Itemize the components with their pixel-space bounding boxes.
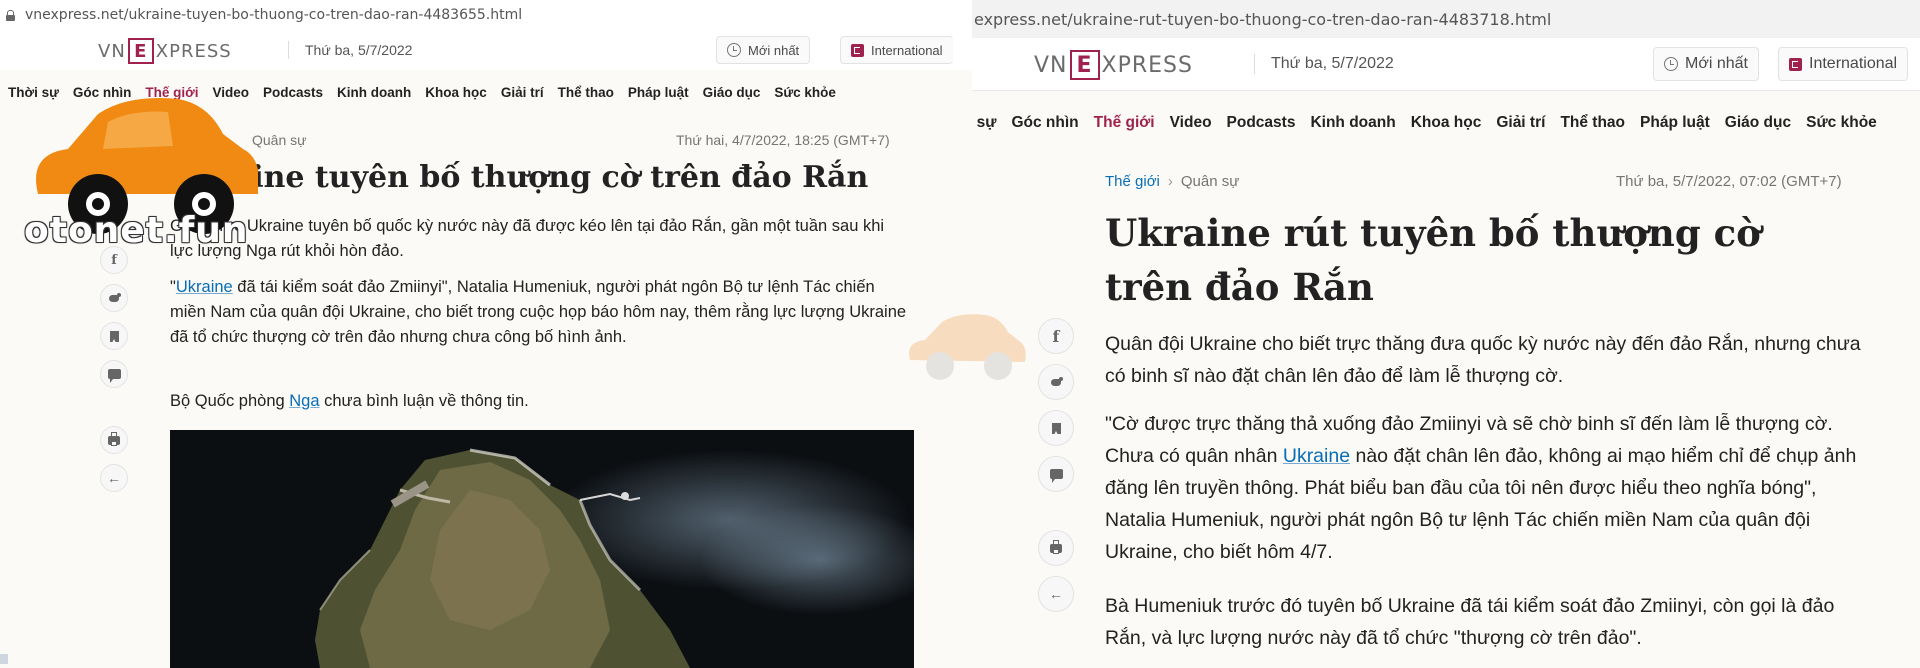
share-rail: f ← (100, 246, 128, 492)
twitter-icon (1049, 377, 1063, 387)
satellite-photo-snake-island (170, 430, 914, 668)
arrow-left-icon: ← (107, 470, 121, 486)
article-paragraph: "Ukraine đã tái kiểm soát đảo Zmiinyi", … (170, 278, 907, 346)
nav-item-phap-luat[interactable]: Pháp luật (1640, 114, 1710, 132)
header-date: Thứ ba, 5/7/2022 (1254, 54, 1394, 74)
bookmark-button[interactable] (1038, 410, 1074, 446)
address-bar[interactable]: express.net/ukraine-rut-tuyen-bo-thuong-… (972, 0, 1920, 38)
nav-item-goc-nhin[interactable]: Góc nhìn (73, 85, 132, 100)
nav-item-the-thao[interactable]: Thể thao (558, 85, 614, 100)
vnexpress-logo[interactable]: VN E XPRESS (1034, 50, 1193, 80)
right-article-screenshot: express.net/ukraine-rut-tuyen-bo-thuong-… (972, 0, 1920, 668)
nav-item-suc-khoe[interactable]: Sức khỏe (774, 85, 836, 100)
twitter-icon (107, 293, 121, 303)
latest-news-button[interactable]: Mới nhất (1653, 47, 1759, 81)
nav-item-podcasts[interactable]: Podcasts (1227, 114, 1296, 132)
publish-date: Thứ ba, 5/7/2022, 07:02 (GMT+7) (1616, 173, 1842, 190)
nav-item-the-thao[interactable]: Thể thao (1560, 114, 1625, 132)
breadcrumb: Quân sự (252, 132, 307, 148)
arrow-left-icon: ← (1049, 586, 1063, 602)
nav-item-khoa-hoc[interactable]: Khoa học (425, 85, 487, 100)
comment-icon (107, 369, 121, 383)
nav-item-phap-luat[interactable]: Pháp luật (628, 85, 689, 100)
article-paragraph: "Cờ được trực thăng thả xuống đảo Zmiiny… (1105, 413, 1857, 563)
nav-item-goc-nhin[interactable]: Góc nhìn (1011, 114, 1078, 132)
international-button[interactable]: International (1778, 47, 1909, 81)
comment-button[interactable] (100, 360, 128, 388)
comment-button[interactable] (1038, 456, 1074, 492)
comment-icon (1049, 469, 1063, 483)
site-header: VN E XPRESS Thứ ba, 5/7/2022 Mới nhất Inte… (972, 38, 1920, 91)
url-text: vnexpress.net/ukraine-tuyen-bo-thuong-co… (25, 7, 523, 23)
lock-icon (6, 10, 15, 21)
nav-item-video[interactable]: Video (213, 85, 250, 100)
breadcrumb-section[interactable]: Quân sự (1181, 173, 1239, 190)
nav-item-giai-tri[interactable]: Giải trí (1496, 114, 1545, 132)
article-lead: Quân đội Ukraine cho biết trực thăng đưa… (1105, 333, 1861, 387)
vnexpress-logo[interactable]: VN E XPRESS (98, 38, 232, 64)
left-article-screenshot: vnexpress.net/ukraine-tuyen-bo-thuong-co… (0, 0, 972, 668)
article-paragraph: Bộ Quốc phòng Nga chưa bình luận về thôn… (170, 392, 529, 410)
clock-icon (1664, 57, 1678, 71)
facebook-icon: f (111, 252, 117, 268)
print-button[interactable] (1038, 530, 1074, 566)
print-icon (108, 431, 120, 446)
nav-item-giao-duc[interactable]: Giáo dục (703, 85, 761, 100)
facebook-icon: f (1052, 326, 1060, 346)
article-title: Ukraine rút tuyên bố thượng cờ trên đảo … (1105, 211, 1761, 309)
international-button[interactable]: International (840, 36, 953, 64)
print-icon (1050, 539, 1062, 554)
back-button[interactable]: ← (100, 464, 128, 492)
facebook-share-button[interactable]: f (1038, 318, 1074, 354)
main-nav: Thời sự Góc nhìn Thế giới Video Podcasts… (0, 78, 972, 106)
nav-item-suc-khoe[interactable]: Sức khỏe (1806, 114, 1877, 132)
breadcrumb-section[interactable]: Quân sự (252, 132, 307, 148)
url-text: express.net/ukraine-rut-tuyen-bo-thuong-… (974, 9, 1552, 29)
international-icon (1789, 57, 1802, 71)
article-lead: Giới chức Ukraine tuyên bố quốc kỳ nước … (170, 217, 885, 260)
clock-icon (727, 43, 741, 57)
bookmark-icon (1051, 422, 1061, 435)
nav-item-thoi-su[interactable]: i sự (972, 114, 996, 132)
ukraine-link[interactable]: Ukraine (1283, 445, 1350, 467)
address-bar[interactable]: vnexpress.net/ukraine-tuyen-bo-thuong-co… (0, 0, 972, 30)
print-button[interactable] (100, 426, 128, 454)
header-date: Thứ ba, 5/7/2022 (288, 41, 412, 59)
ukraine-link[interactable]: Ukraine (176, 278, 233, 296)
back-button[interactable]: ← (1038, 576, 1074, 612)
international-icon (851, 43, 864, 57)
nga-link[interactable]: Nga (289, 392, 319, 410)
nav-item-video[interactable]: Video (1170, 114, 1212, 132)
bookmark-icon (109, 330, 119, 343)
breadcrumb: Thế giới › Quân sự (1105, 173, 1239, 190)
site-header: VN E XPRESS Thứ ba, 5/7/2022 Mới nhất Inte… (0, 30, 972, 70)
bookmark-button[interactable] (100, 322, 128, 350)
article-paragraph: Bà Humeniuk trước đó tuyên bố Ukraine đã… (1105, 595, 1835, 649)
nav-item-giao-duc[interactable]: Giáo dục (1725, 114, 1791, 132)
publish-date: Thứ hai, 4/7/2022, 18:25 (GMT+7) (676, 132, 890, 148)
watermark-text: otonet.fun (24, 210, 249, 251)
nav-item-podcasts[interactable]: Podcasts (263, 85, 323, 100)
breadcrumb-category[interactable]: Thế giới (1105, 173, 1160, 190)
article-title: Ukraine tuyên bố thượng cờ trên đảo Rắn (170, 160, 869, 195)
chevron-right-icon: › (1167, 173, 1173, 190)
nav-item-khoa-hoc[interactable]: Khoa học (1411, 114, 1482, 132)
nav-item-kinh-doanh[interactable]: Kinh doanh (337, 85, 411, 100)
main-nav: i sự Góc nhìn Thế giới Video Podcasts Ki… (972, 108, 1920, 138)
nav-item-thoi-su[interactable]: Thời sự (8, 85, 59, 100)
nav-item-kinh-doanh[interactable]: Kinh doanh (1310, 114, 1395, 132)
twitter-share-button[interactable] (100, 284, 128, 312)
latest-news-button[interactable]: Mới nhất (716, 36, 811, 64)
twitter-share-button[interactable] (1038, 364, 1074, 400)
scrollbar[interactable] (0, 654, 8, 664)
nav-item-the-gioi[interactable]: Thế giới (1094, 114, 1155, 132)
nav-item-the-gioi[interactable]: Thế giới (145, 85, 198, 100)
share-rail: f ← (1038, 318, 1074, 612)
nav-item-giai-tri[interactable]: Giải trí (501, 85, 544, 100)
island-illustration (170, 430, 914, 668)
